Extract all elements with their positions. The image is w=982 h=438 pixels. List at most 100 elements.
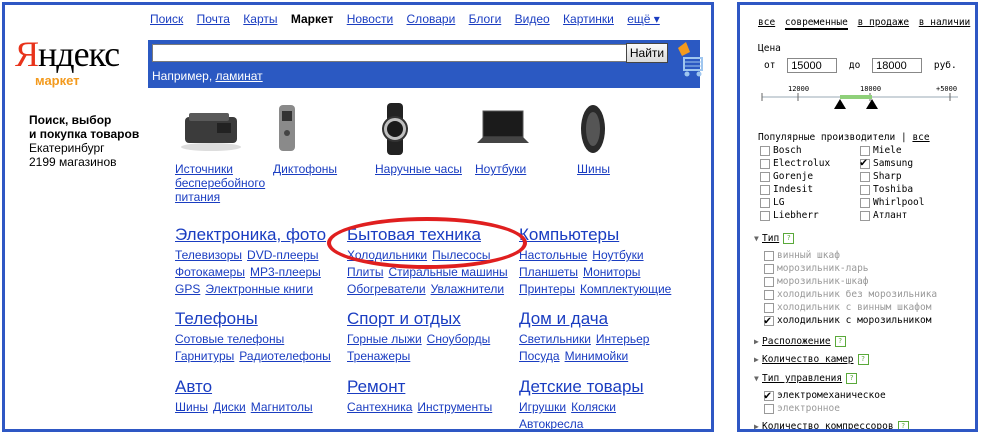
subcategory-link[interactable]: Сотовые телефоны: [175, 332, 284, 346]
type-option[interactable]: морозильник-шкаф: [764, 276, 869, 287]
brand-electrolux[interactable]: Electrolux: [760, 158, 830, 170]
subcategory-link[interactable]: Горные лыжи: [347, 332, 422, 346]
price-slider[interactable]: 12000 18000 +5000: [760, 85, 960, 117]
checkbox[interactable]: [760, 171, 770, 182]
subcategory-link[interactable]: Шины: [175, 400, 208, 414]
nav-mail[interactable]: Почта: [197, 12, 230, 26]
subcategory-link[interactable]: Минимойки: [565, 349, 629, 363]
help-icon[interactable]: ?: [834, 336, 846, 347]
type-option[interactable]: морозильник-ларь: [764, 263, 869, 274]
checkbox[interactable]: [860, 184, 870, 195]
subcategory-link[interactable]: Магнитолы: [251, 400, 313, 414]
nav-blogs[interactable]: Блоги: [469, 12, 502, 26]
price-from-input[interactable]: 15000: [787, 58, 838, 73]
section-compressors[interactable]: ▶ Количество компрессоров?: [754, 421, 909, 429]
subcategory-link[interactable]: Мониторы: [583, 265, 640, 279]
category-sport-title[interactable]: Спорт и отдых: [347, 309, 495, 329]
search-input[interactable]: [152, 44, 628, 62]
section-type[interactable]: ▼ Тип?: [754, 233, 795, 244]
subcategory-link[interactable]: Автокресла: [519, 417, 583, 429]
help-icon[interactable]: ?: [857, 354, 869, 365]
nav-more[interactable]: ещё ▾: [627, 12, 660, 26]
control-option-selected[interactable]: электромеханическое: [764, 388, 886, 402]
control-option[interactable]: электронное: [764, 403, 840, 414]
type-option[interactable]: холодильник без морозильника: [764, 289, 937, 300]
subcategory-link[interactable]: Сантехника: [347, 400, 412, 414]
subcategory-link[interactable]: DVD-плееры: [247, 248, 318, 262]
checkbox[interactable]: [860, 145, 870, 156]
yandex-logo[interactable]: Яндекс: [15, 33, 120, 75]
product-tires[interactable]: Шины: [577, 103, 657, 176]
subcategory-link[interactable]: Ноутбуки: [592, 248, 643, 262]
subcategory-link[interactable]: Коляски: [571, 400, 616, 414]
subcategory-link[interactable]: Светильники: [519, 332, 591, 346]
tab-on-sale[interactable]: в продаже: [858, 17, 909, 28]
search-button[interactable]: Найти: [626, 43, 668, 63]
checkbox[interactable]: [760, 197, 770, 208]
brand-atlant[interactable]: Атлант: [860, 210, 907, 222]
type-option[interactable]: винный шкаф: [764, 250, 840, 261]
help-icon[interactable]: ?: [846, 373, 858, 384]
type-option[interactable]: холодильник с винным шкафом: [764, 302, 931, 313]
help-icon[interactable]: ?: [783, 233, 795, 244]
product-laptops[interactable]: Ноутбуки: [475, 103, 555, 176]
brands-all-link[interactable]: все: [912, 132, 929, 143]
checkbox[interactable]: [860, 197, 870, 208]
brand-lg[interactable]: LG: [760, 197, 784, 209]
tab-modern[interactable]: современные: [784, 17, 848, 30]
subcategory-link[interactable]: Комплектующие: [580, 282, 671, 296]
subcategory-link[interactable]: Игрушки: [519, 400, 566, 414]
nav-search[interactable]: Поиск: [150, 12, 183, 26]
nav-maps[interactable]: Карты: [243, 12, 277, 26]
nav-dictionaries[interactable]: Словари: [407, 12, 456, 26]
subcategory-link[interactable]: Сноуборды: [427, 332, 491, 346]
section-chambers[interactable]: ▶ Количество камер?: [754, 354, 869, 365]
product-ups[interactable]: Источники бесперебойного питания: [175, 103, 265, 204]
subcategory-link[interactable]: Настольные: [519, 248, 587, 262]
tab-all[interactable]: все: [758, 17, 775, 28]
category-auto-title[interactable]: Авто: [175, 377, 318, 397]
nav-news[interactable]: Новости: [347, 12, 393, 26]
city-selector[interactable]: Екатеринбург: [29, 141, 105, 155]
brand-gorenje[interactable]: Gorenje: [760, 171, 813, 183]
subcategory-link[interactable]: MP3-плееры: [250, 265, 321, 279]
subcategory-link[interactable]: Принтеры: [519, 282, 575, 296]
checkbox[interactable]: [760, 158, 770, 169]
section-location[interactable]: ▶ Расположение?: [754, 336, 846, 347]
section-control-type[interactable]: ▼ Тип управления?: [754, 373, 858, 384]
subcategory-link[interactable]: Инструменты: [417, 400, 492, 414]
product-dictaphones[interactable]: Диктофоны: [273, 103, 353, 176]
subcategory-link[interactable]: Тренажеры: [347, 349, 410, 363]
subcategory-link[interactable]: Увлажнители: [431, 282, 504, 296]
product-watches[interactable]: Наручные часы: [375, 103, 462, 176]
tab-in-stock[interactable]: в наличии: [919, 17, 970, 28]
brand-indesit[interactable]: Indesit: [760, 184, 813, 196]
checkbox[interactable]: [760, 184, 770, 195]
subcategory-link[interactable]: Диски: [213, 400, 246, 414]
nav-video[interactable]: Видео: [515, 12, 550, 26]
subcategory-link[interactable]: Планшеты: [519, 265, 578, 279]
type-option-selected[interactable]: холодильник с морозильником: [764, 313, 931, 327]
brand-liebherr[interactable]: Liebherr: [760, 210, 819, 222]
subcategory-link[interactable]: Посуда: [519, 349, 560, 363]
subcategory-link[interactable]: Плиты: [347, 265, 383, 279]
category-kids-title[interactable]: Детские товары: [519, 377, 644, 397]
subcategory-link[interactable]: Электронные книги: [205, 282, 313, 296]
category-electronics-title[interactable]: Электроника, фото: [175, 225, 326, 245]
subcategory-link[interactable]: Гарнитуры: [175, 349, 234, 363]
category-house-garden-title[interactable]: Дом и дача: [519, 309, 654, 329]
checkbox[interactable]: [760, 145, 770, 156]
subcategory-link[interactable]: Обогреватели: [347, 282, 426, 296]
checkbox[interactable]: [760, 210, 770, 221]
nav-images[interactable]: Картинки: [563, 12, 614, 26]
price-to-input[interactable]: 18000: [872, 58, 923, 73]
brand-samsung[interactable]: Samsung: [860, 156, 913, 170]
brand-toshiba[interactable]: Toshiba: [860, 184, 913, 196]
checkbox[interactable]: [860, 171, 870, 182]
checkbox-checked[interactable]: [860, 156, 870, 169]
category-phones-title[interactable]: Телефоны: [175, 309, 336, 329]
help-icon[interactable]: ?: [897, 421, 909, 429]
subcategory-link[interactable]: Радиотелефоны: [239, 349, 331, 363]
category-repair-title[interactable]: Ремонт: [347, 377, 497, 397]
category-computers-title[interactable]: Компьютеры: [519, 225, 676, 245]
